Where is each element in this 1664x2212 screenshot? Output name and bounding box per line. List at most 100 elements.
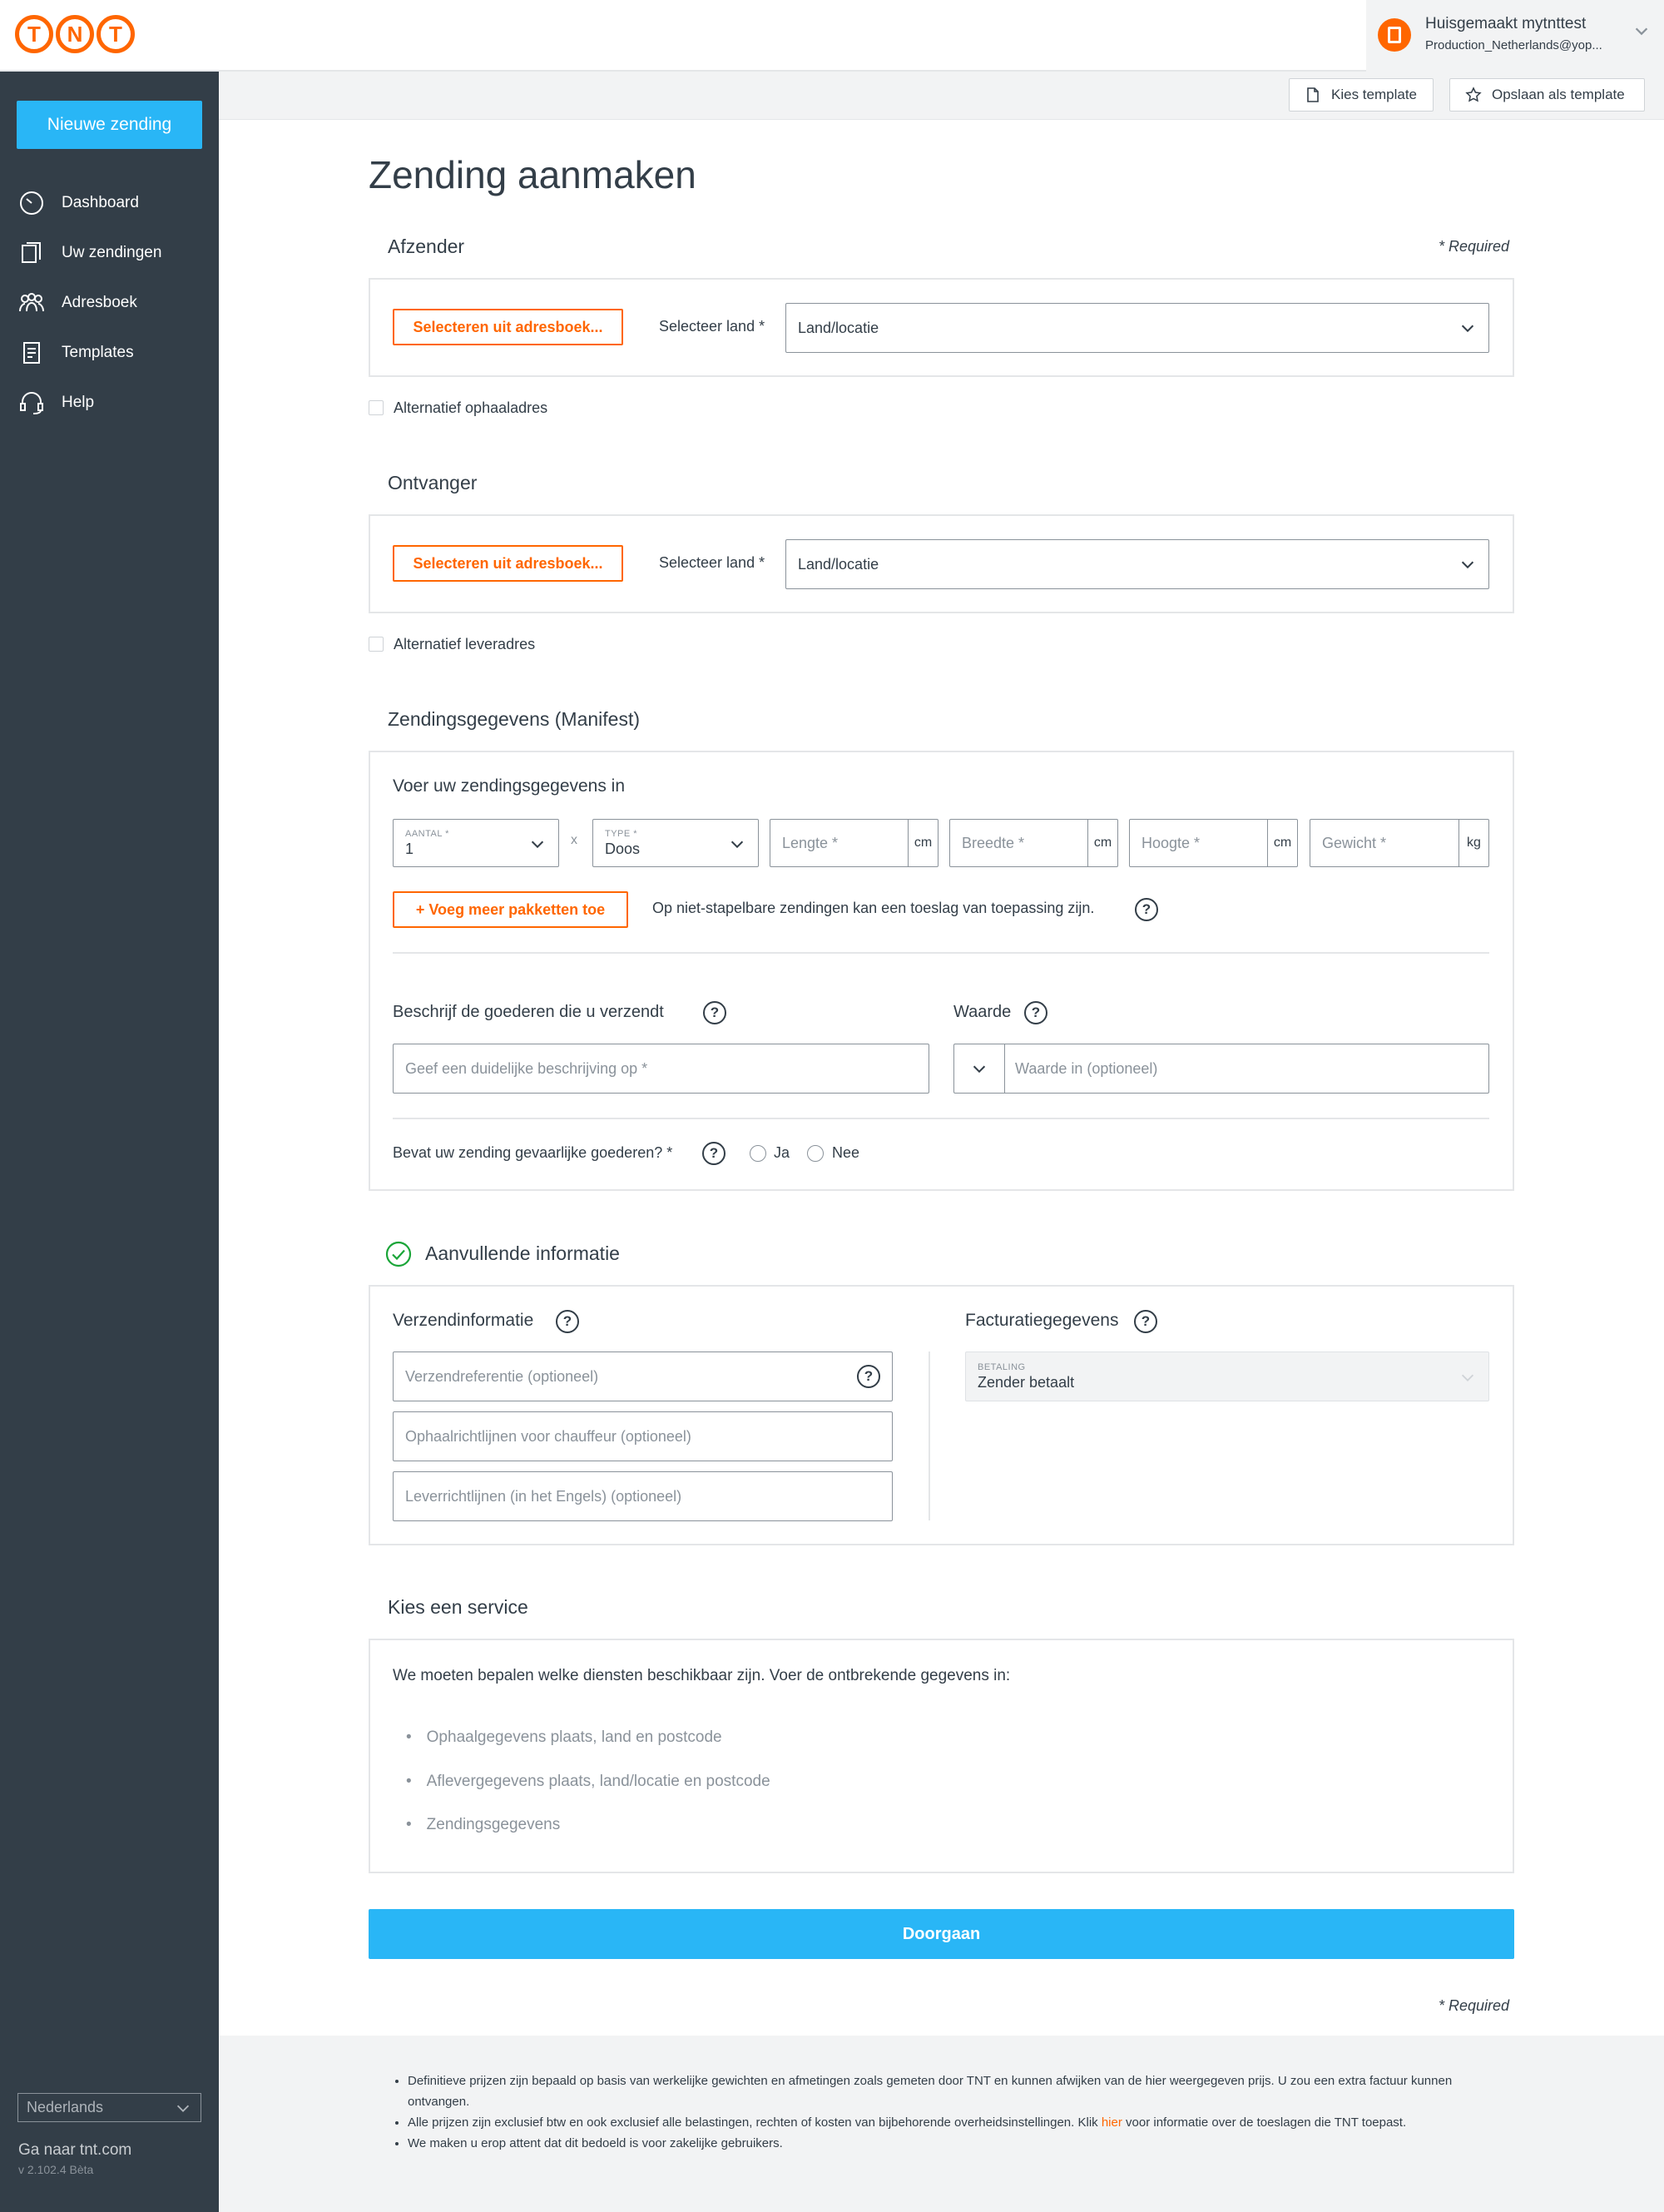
sidebar-item-label: Dashboard (62, 194, 139, 211)
times-sign: x (571, 833, 577, 847)
receiver-addressbook-button[interactable]: Selecteren uit adresboek... (393, 545, 623, 582)
list-item: Zendingsgegevens (406, 1816, 561, 1834)
account-name: Huisgemaakt mytnttest (1425, 15, 1587, 32)
payment-select[interactable]: BETALING Zender betaalt (965, 1352, 1489, 1401)
value-input-group: Waarde in (optioneel) (953, 1044, 1489, 1094)
footer-note-text: Alle prijzen zijn exclusief btw en ook e… (408, 2115, 1102, 2130)
payment-value: Zender betaalt (978, 1373, 1075, 1391)
chevron-down-icon (973, 1065, 986, 1074)
sidebar-item-help[interactable]: Help (18, 389, 94, 416)
payment-label: BETALING (978, 1361, 1026, 1372)
weight-input[interactable]: Gewicht * kg (1310, 819, 1489, 867)
sidebar-item-label: Adresboek (62, 294, 137, 311)
help-question-icon[interactable]: ? (1134, 1310, 1157, 1333)
divider (929, 1352, 930, 1520)
height-input[interactable]: Hoogte * cm (1129, 819, 1298, 867)
document-icon (1307, 87, 1319, 102)
toolbar (219, 72, 1664, 120)
language-select[interactable]: Nederlands (17, 2093, 201, 2122)
account-email: Production_Netherlands@yop... (1425, 38, 1602, 52)
type-label: TYPE * (605, 828, 638, 839)
help-question-icon[interactable]: ? (556, 1310, 579, 1333)
value-label: Waarde (953, 1003, 1012, 1021)
chevron-down-icon (1461, 561, 1474, 569)
goto-tnt-link[interactable]: Ga naar tnt.com (18, 2141, 131, 2160)
footer-note: Alle prijzen zijn exclusief btw en ook e… (408, 2112, 1508, 2133)
dangerous-yes-label: Ja (774, 1144, 790, 1161)
chevron-down-icon (531, 841, 544, 849)
alt-delivery-checkbox[interactable] (369, 637, 384, 652)
help-question-icon[interactable]: ? (703, 1001, 726, 1024)
help-question-icon[interactable]: ? (1135, 898, 1158, 921)
logo-letter: T (15, 15, 53, 53)
surcharges-link[interactable]: hier (1102, 2115, 1122, 2130)
stack-note: Op niet-stapelbare zendingen kan een toe… (652, 900, 1095, 916)
divider (393, 1118, 1489, 1119)
chevron-down-icon[interactable] (1632, 22, 1651, 40)
dangerous-goods-label: Bevat uw zending gevaarlijke goederen? * (393, 1144, 673, 1161)
manifest-card (369, 751, 1514, 1191)
height-placeholder: Hoogte * (1142, 834, 1201, 851)
shipments-icon (22, 242, 41, 263)
footer-note-text: voor informatie over de toeslagen die TN… (1122, 2115, 1407, 2130)
required-note: * Required (1439, 238, 1510, 255)
width-placeholder: Breedte * (962, 834, 1025, 851)
amount-label: AANTAL * (405, 828, 449, 839)
help-question-icon[interactable]: ? (702, 1142, 726, 1165)
type-value: Doos (605, 840, 641, 857)
list-item: Ophaalgegevens plaats, land en postcode (406, 1728, 722, 1747)
sidebar-item-templates[interactable]: Templates (18, 340, 134, 366)
sidebar-item-addressbook[interactable]: Adresboek (18, 290, 137, 316)
delivery-instructions-placeholder: Leverrichtlijnen (in het Engels) (option… (405, 1487, 682, 1505)
tnt-logo[interactable]: T N T (15, 15, 135, 53)
dangerous-no-label: Nee (832, 1144, 860, 1161)
footer-note: Definitieve prijzen zijn bepaald op basi… (408, 2071, 1508, 2112)
templates-icon (23, 342, 40, 364)
save-template-button[interactable]: Opslaan als template (1449, 78, 1645, 112)
sender-country-select[interactable]: Land/locatie (785, 303, 1489, 353)
help-question-icon[interactable]: ? (1024, 1001, 1047, 1024)
chevron-down-icon (730, 841, 744, 849)
check-circle-icon (385, 1241, 412, 1267)
dashboard-icon (20, 191, 43, 215)
alt-delivery-label: Alternatief leveradres (394, 636, 536, 652)
continue-button[interactable]: Doorgaan (369, 1909, 1514, 1959)
weight-placeholder: Gewicht * (1322, 834, 1387, 851)
amount-select[interactable]: AANTAL * 1 (393, 819, 559, 867)
required-note: * Required (1439, 1997, 1510, 2014)
receiver-country-value: Land/locatie (798, 555, 879, 573)
addressbook-icon (19, 293, 44, 312)
alt-pickup-checkbox[interactable] (369, 400, 384, 415)
footer-notes: Definitieve prijzen zijn bepaald op basi… (393, 2071, 1508, 2154)
service-intro: We moeten bepalen welke diensten beschik… (393, 1667, 1011, 1684)
goods-description-input[interactable]: Geef een duidelijke beschrijving op * (393, 1044, 929, 1094)
receiver-country-select[interactable]: Land/locatie (785, 539, 1489, 589)
sender-addressbook-button[interactable]: Selecteren uit adresboek... (393, 309, 623, 345)
amount-value: 1 (405, 840, 414, 857)
sidebar-item-shipments[interactable]: Uw zendingen (18, 240, 161, 266)
star-icon (1465, 87, 1482, 102)
unit-cm: cm (908, 820, 938, 866)
chevron-down-icon (1461, 325, 1474, 333)
value-input[interactable]: Waarde in (optioneel) (1005, 1060, 1157, 1078)
shipping-reference-input[interactable]: Verzendreferentie (optioneel) ? (393, 1352, 893, 1401)
list-item: Aflevergegevens plaats, land/locatie en … (406, 1773, 770, 1791)
sidebar-item-label: Help (62, 394, 95, 411)
chevron-down-icon (1461, 1374, 1474, 1381)
currency-select[interactable] (954, 1044, 1005, 1093)
choose-template-button[interactable]: Kies template (1289, 78, 1434, 112)
length-input[interactable]: Lengte * cm (770, 819, 938, 867)
add-packages-button[interactable]: + Voeg meer pakketten toe (393, 891, 628, 928)
goods-description-placeholder: Geef een duidelijke beschrijving op * (405, 1059, 648, 1077)
dangerous-yes-radio[interactable] (750, 1145, 766, 1162)
width-input[interactable]: Breedte * cm (949, 819, 1118, 867)
sidebar-item-dashboard[interactable]: Dashboard (18, 190, 139, 216)
help-question-icon[interactable]: ? (857, 1365, 880, 1388)
new-shipment-button[interactable]: Nieuwe zending (17, 101, 202, 149)
save-template-label: Opslaan als template (1492, 87, 1625, 102)
type-select[interactable]: TYPE * Doos (592, 819, 759, 867)
dangerous-no-radio[interactable] (807, 1145, 824, 1162)
delivery-instructions-input[interactable]: Leverrichtlijnen (in het Engels) (option… (393, 1471, 893, 1521)
unit-kg: kg (1458, 820, 1488, 866)
pickup-instructions-input[interactable]: Ophaalrichtlijnen voor chauffeur (option… (393, 1411, 893, 1461)
